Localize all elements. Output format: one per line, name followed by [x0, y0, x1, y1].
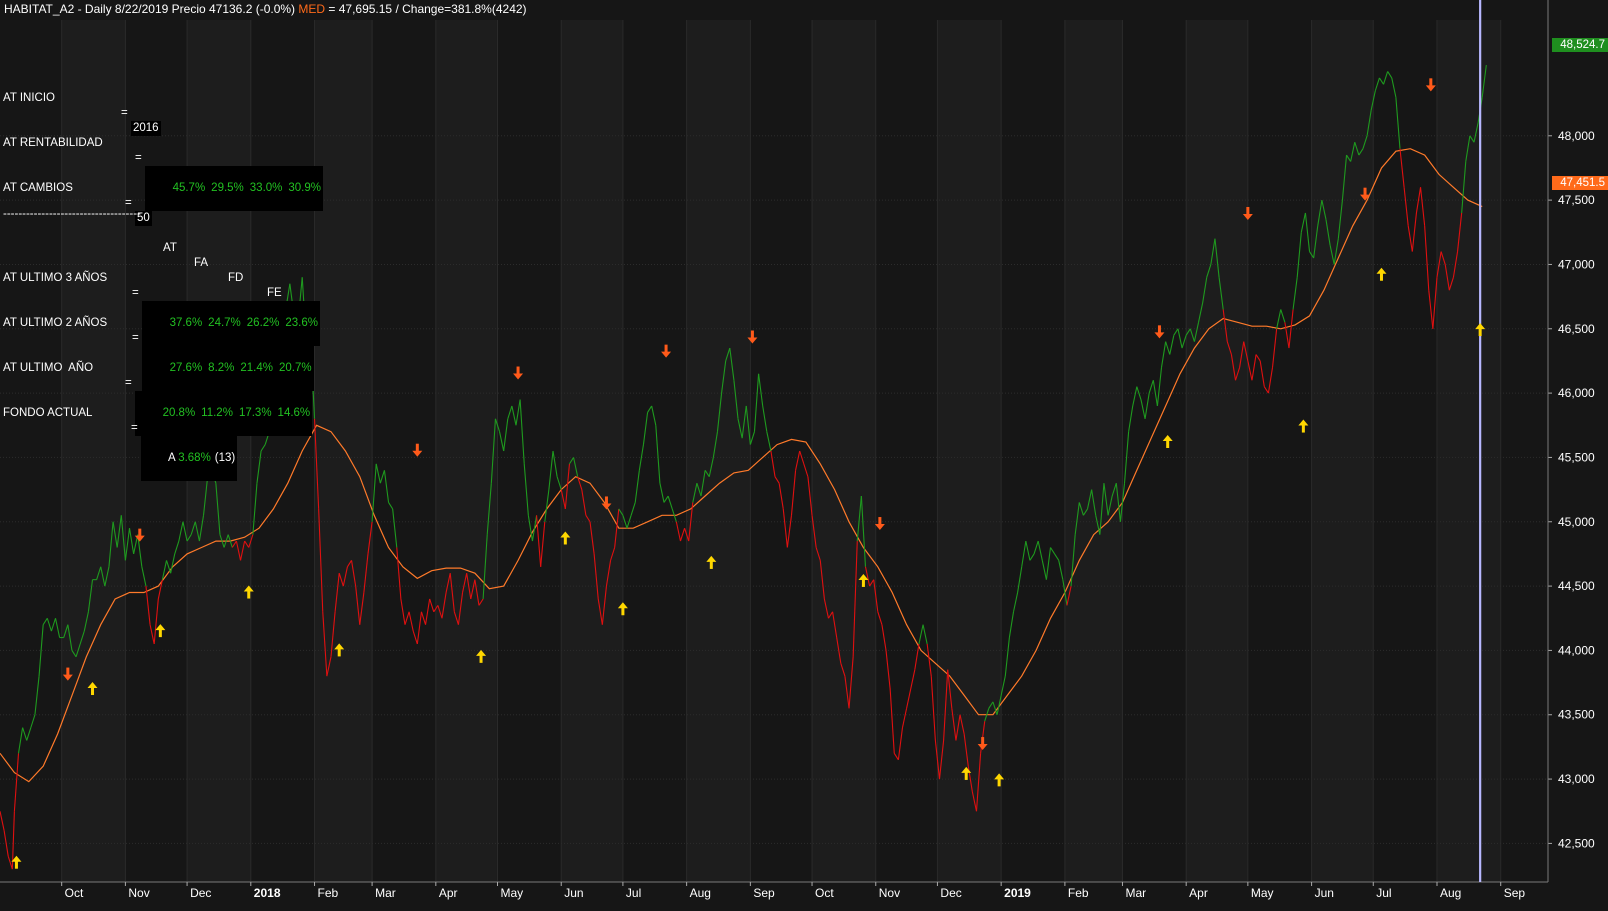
x-tick-label: Mar [375, 886, 396, 900]
x-tick-label: May [500, 886, 523, 900]
month-band [314, 20, 373, 882]
x-tick-label: Aug [1440, 886, 1461, 900]
stat-row-ultimo-2: AT ULTIMO 2 AÑOS = 27.6% 8.2% 21.4% 20.7% [3, 301, 314, 391]
y-tick-label: 48,000 [1558, 129, 1595, 143]
stat-label: AT ULTIMO AÑO [3, 362, 94, 374]
x-tick-label: May [1251, 886, 1274, 900]
x-tick-label: Nov [128, 886, 149, 900]
x-tick-label: Aug [690, 886, 711, 900]
x-tick-label: 2018 [254, 886, 281, 900]
chart-window[interactable]: 42,500 43,000 43,500 44,000 44,500 45,000 45,5… [0, 0, 1608, 911]
y-tick-label: 47,500 [1558, 193, 1595, 207]
month-band [1436, 20, 1501, 882]
x-tick-label: Feb [1068, 886, 1089, 900]
col-header: AT [163, 242, 177, 254]
x-tick-label: Dec [940, 886, 961, 900]
stat-row-inicio: AT INICIO = 2016 [3, 92, 161, 136]
stat-row-cambios: AT CAMBIOS = 50 [3, 182, 152, 226]
x-tick-label: Jun [1315, 886, 1334, 900]
stats-panel: AT INICIO = 2016 AT RENTABILIDAD = 45.7%… [3, 46, 323, 481]
stat-label: AT ULTIMO 2 AÑOS [3, 317, 108, 329]
last-price-tag: 48,524.7 [1552, 38, 1608, 52]
symbol-name: HABITAT_A2 [4, 2, 75, 16]
month-band [937, 20, 1002, 882]
y-tick-label: 46,000 [1558, 386, 1595, 400]
stat-label: AT CAMBIOS [3, 182, 73, 194]
x-tick-label: Apr [439, 886, 458, 900]
stat-values: A 3.68% (13) [141, 436, 238, 481]
month-band [1311, 20, 1374, 882]
stat-row-fondo: FONDO ACTUAL = A 3.68% (13) [3, 391, 238, 481]
x-tick-label: Oct [65, 886, 84, 900]
title-rest: = 47,695.15 / Change=381.8%(4242) [325, 2, 527, 16]
stat-label: AT RENTABILIDAD [3, 137, 103, 149]
stat-values: 27.6% 8.2% 21.4% 20.7% [142, 346, 314, 391]
x-tick-label: Sep [753, 886, 775, 900]
month-band [435, 20, 498, 882]
stat-label: FONDO ACTUAL [3, 407, 93, 419]
y-tick-label: 43,500 [1558, 708, 1595, 722]
col-header: FE [267, 287, 282, 299]
month-band [1186, 20, 1248, 882]
x-tick-label: Feb [318, 886, 339, 900]
y-tick-label: 44,000 [1558, 643, 1595, 657]
y-tick-label: 44,500 [1558, 579, 1595, 593]
ma-value-tag: 47,451.5 [1552, 176, 1608, 190]
med-label: MED [298, 2, 326, 16]
x-tick-label: 2019 [1004, 886, 1031, 900]
y-tick-label: 45,500 [1558, 450, 1595, 464]
month-band [561, 20, 623, 882]
stat-label: AT INICIO [3, 92, 55, 104]
stat-row-ultimo-1: AT ULTIMO AÑO = 20.8% 11.2% 17.3% 14.6% [3, 346, 313, 436]
x-tick-label: Mar [1125, 886, 1146, 900]
price-chart[interactable]: 42,500 43,000 43,500 44,000 44,500 45,000 45,5… [0, 0, 1608, 911]
x-tick-label: Oct [815, 886, 834, 900]
separator: ------------------------------------ [3, 208, 141, 220]
stat-row-ultimo-3: AT ULTIMO 3 AÑOS = 37.6% 24.7% 26.2% 23.6% [3, 256, 320, 346]
x-tick-label: Jul [626, 886, 641, 900]
x-tick-label: Nov [879, 886, 900, 900]
stat-value: 2016 [131, 121, 161, 136]
stat-values: 20.8% 11.2% 17.3% 14.6% [135, 391, 313, 436]
x-tick-label: Jul [1376, 886, 1391, 900]
stat-values: 37.6% 24.7% 26.2% 23.6% [142, 301, 320, 346]
month-band [686, 20, 751, 882]
stat-row-rentabilidad: AT RENTABILIDAD = 45.7% 29.5% 33.0% 30.9% [3, 121, 323, 211]
y-tick-label: 45,000 [1558, 515, 1595, 529]
title-info: - Daily 8/22/2019 Precio 47136.2 (-0.0%) [74, 2, 299, 16]
col-header: FD [228, 272, 244, 284]
x-tick-label: Apr [1189, 886, 1208, 900]
stat-values: 45.7% 29.5% 33.0% 30.9% [145, 166, 323, 211]
chart-title: HABITAT_A2 - Daily 8/22/2019 Precio 4713… [4, 2, 527, 16]
y-tick-label: 43,000 [1558, 772, 1595, 786]
stat-row-header: ------------------------------------ AT … [3, 208, 282, 299]
y-tick-label: 47,000 [1558, 257, 1595, 271]
y-tick-label: 42,500 [1558, 836, 1595, 850]
x-tick-label: Sep [1504, 886, 1526, 900]
stat-label: AT ULTIMO 3 AÑOS [3, 272, 108, 284]
month-band [1064, 20, 1123, 882]
x-tick-label: Jun [564, 886, 583, 900]
month-band [812, 20, 876, 882]
y-tick-label: 46,500 [1558, 322, 1595, 336]
col-header: FA [194, 257, 209, 269]
x-tick-label: Dec [190, 886, 211, 900]
